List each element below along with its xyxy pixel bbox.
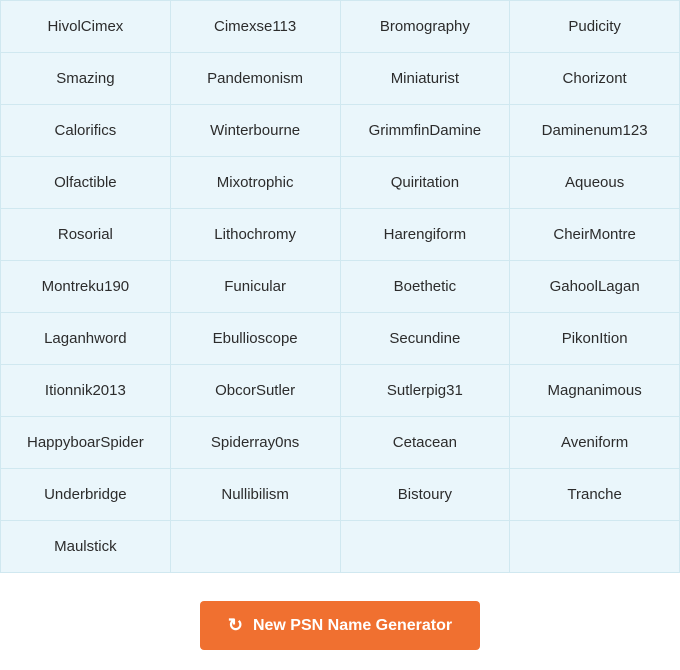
- grid-cell[interactable]: ObcorSutler: [171, 365, 341, 417]
- grid-cell[interactable]: Boethetic: [341, 261, 511, 313]
- grid-cell[interactable]: Secundine: [341, 313, 511, 365]
- grid-cell[interactable]: Maulstick: [1, 521, 171, 573]
- grid-cell[interactable]: Cimexse113: [171, 1, 341, 53]
- grid-cell[interactable]: Pandemonism: [171, 53, 341, 105]
- grid-cell[interactable]: Quiritation: [341, 157, 511, 209]
- grid-cell[interactable]: Pudicity: [510, 1, 680, 53]
- grid-cell[interactable]: Aqueous: [510, 157, 680, 209]
- grid-cell[interactable]: Underbridge: [1, 469, 171, 521]
- grid-cell-empty: [171, 521, 341, 573]
- generate-button[interactable]: ↻ New PSN Name Generator: [200, 601, 480, 650]
- grid-cell[interactable]: PikonItion: [510, 313, 680, 365]
- grid-cell[interactable]: Nullibilism: [171, 469, 341, 521]
- grid-cell[interactable]: Laganhword: [1, 313, 171, 365]
- grid-cell[interactable]: Mixotrophic: [171, 157, 341, 209]
- grid-cell[interactable]: Smazing: [1, 53, 171, 105]
- grid-cell[interactable]: Calorifics: [1, 105, 171, 157]
- grid-cell[interactable]: Bistoury: [341, 469, 511, 521]
- grid-cell[interactable]: Magnanimous: [510, 365, 680, 417]
- grid-cell[interactable]: Aveniform: [510, 417, 680, 469]
- grid-cell[interactable]: Rosorial: [1, 209, 171, 261]
- grid-cell[interactable]: Winterbourne: [171, 105, 341, 157]
- grid-cell[interactable]: Sutlerpig31: [341, 365, 511, 417]
- grid-cell[interactable]: Itionnik2013: [1, 365, 171, 417]
- refresh-icon: ↻: [228, 615, 243, 636]
- grid-cell[interactable]: Olfactible: [1, 157, 171, 209]
- grid-cell[interactable]: HappyboarSpider: [1, 417, 171, 469]
- button-row: ↻ New PSN Name Generator: [0, 573, 680, 670]
- grid-container: HivolCimexCimexse113BromographyPudicity S…: [0, 0, 680, 573]
- grid-cell[interactable]: Tranche: [510, 469, 680, 521]
- grid-cell[interactable]: Lithochromy: [171, 209, 341, 261]
- generate-button-label: New PSN Name Generator: [253, 617, 452, 635]
- grid-cell[interactable]: Cetacean: [341, 417, 511, 469]
- grid-cell[interactable]: Miniaturist: [341, 53, 511, 105]
- grid-cell[interactable]: Montreku190: [1, 261, 171, 313]
- grid-cell[interactable]: Bromography: [341, 1, 511, 53]
- grid-cell[interactable]: Chorizont: [510, 53, 680, 105]
- grid-cell[interactable]: GahoolLagan: [510, 261, 680, 313]
- grid-cell[interactable]: GrimmfinDamine: [341, 105, 511, 157]
- grid-cell[interactable]: Funicular: [171, 261, 341, 313]
- grid-cell-empty: [510, 521, 680, 573]
- grid-cell[interactable]: Daminenum123: [510, 105, 680, 157]
- grid-cell[interactable]: HivolCimex: [1, 1, 171, 53]
- grid-cell-empty: [341, 521, 511, 573]
- grid-cell[interactable]: Harengiform: [341, 209, 511, 261]
- grid-cell[interactable]: CheirMontre: [510, 209, 680, 261]
- grid-cell[interactable]: Ebullioscope: [171, 313, 341, 365]
- grid-cell[interactable]: Spiderray0ns: [171, 417, 341, 469]
